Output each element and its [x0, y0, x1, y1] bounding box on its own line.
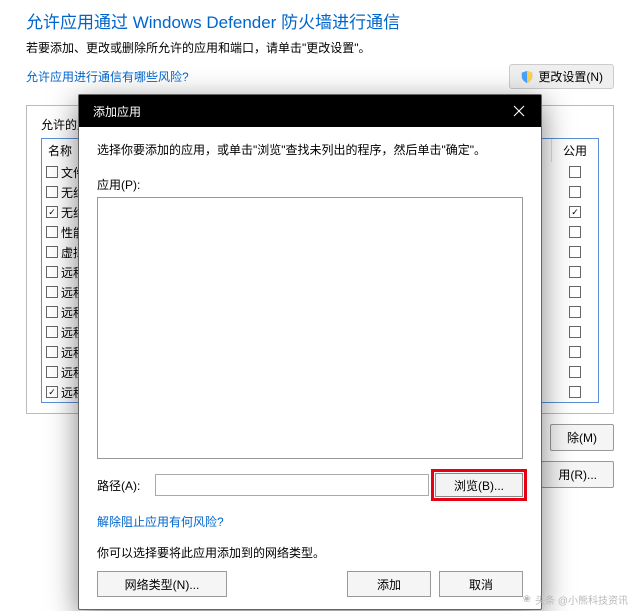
checkbox-icon[interactable] — [46, 306, 58, 318]
change-settings-label: 更改设置(N) — [538, 68, 603, 85]
toutiao-icon: ❀ — [523, 594, 531, 605]
checkbox-icon[interactable] — [569, 386, 581, 398]
shield-icon — [520, 70, 534, 84]
checkbox-icon[interactable] — [569, 166, 581, 178]
change-settings-button[interactable]: 更改设置(N) — [509, 64, 614, 89]
checkbox-icon[interactable] — [46, 286, 58, 298]
dialog-titlebar: 添加应用 — [79, 95, 541, 127]
dialog-instruction: 选择你要添加的应用，或单击"浏览"查找未列出的程序，然后单击"确定"。 — [97, 141, 523, 158]
allow-another-app-button[interactable]: 用(R)... — [541, 461, 614, 488]
checkbox-icon[interactable] — [569, 346, 581, 358]
checkbox-icon[interactable] — [46, 226, 58, 238]
add-button[interactable]: 添加 — [347, 571, 431, 597]
checkbox-icon[interactable] — [569, 226, 581, 238]
dialog-title: 添加应用 — [93, 103, 141, 120]
checkbox-icon[interactable] — [569, 326, 581, 338]
checkbox-icon[interactable] — [46, 186, 58, 198]
close-button[interactable] — [497, 95, 541, 127]
checkbox-icon[interactable] — [569, 246, 581, 258]
unblock-risk-link[interactable]: 解除阻止应用有何风险? — [97, 513, 523, 530]
apps-listbox[interactable] — [97, 197, 523, 459]
watermark: ❀ 头条 @小熊科技资讯 — [523, 592, 628, 607]
checkbox-icon[interactable] — [46, 166, 58, 178]
checkbox-icon[interactable] — [569, 286, 581, 298]
add-app-dialog: 添加应用 选择你要添加的应用，或单击"浏览"查找未列出的程序，然后单击"确定"。… — [78, 94, 542, 610]
checkbox-icon[interactable] — [46, 206, 58, 218]
column-header-public[interactable]: 公用 — [552, 139, 598, 162]
cancel-button[interactable]: 取消 — [439, 571, 523, 597]
checkbox-icon[interactable] — [46, 386, 58, 398]
checkbox-icon[interactable] — [569, 306, 581, 318]
checkbox-icon[interactable] — [46, 266, 58, 278]
browse-label: 浏览(B)... — [454, 479, 504, 493]
checkbox-icon[interactable] — [46, 346, 58, 358]
apps-label: 应用(P): — [97, 176, 523, 193]
page-title: 允许应用通过 Windows Defender 防火墙进行通信 — [26, 8, 614, 33]
network-type-text: 你可以选择要将此应用添加到的网络类型。 — [97, 544, 523, 561]
path-label: 路径(A): — [97, 477, 149, 494]
checkbox-icon[interactable] — [46, 326, 58, 338]
risk-link[interactable]: 允许应用进行通信有哪些风险? — [26, 68, 189, 85]
network-type-button[interactable]: 网络类型(N)... — [97, 571, 227, 597]
remove-button[interactable]: 除(M) — [550, 424, 614, 451]
checkbox-icon[interactable] — [569, 266, 581, 278]
checkbox-icon[interactable] — [46, 246, 58, 258]
checkbox-icon[interactable] — [569, 186, 581, 198]
checkbox-icon[interactable] — [569, 366, 581, 378]
checkbox-icon[interactable] — [569, 206, 581, 218]
browse-button[interactable]: 浏览(B)... — [435, 473, 523, 497]
close-icon — [513, 105, 525, 117]
checkbox-icon[interactable] — [46, 366, 58, 378]
path-input[interactable] — [155, 474, 429, 496]
page-subtitle: 若要添加、更改或删除所允许的应用和端口，请单击"更改设置"。 — [26, 39, 614, 56]
